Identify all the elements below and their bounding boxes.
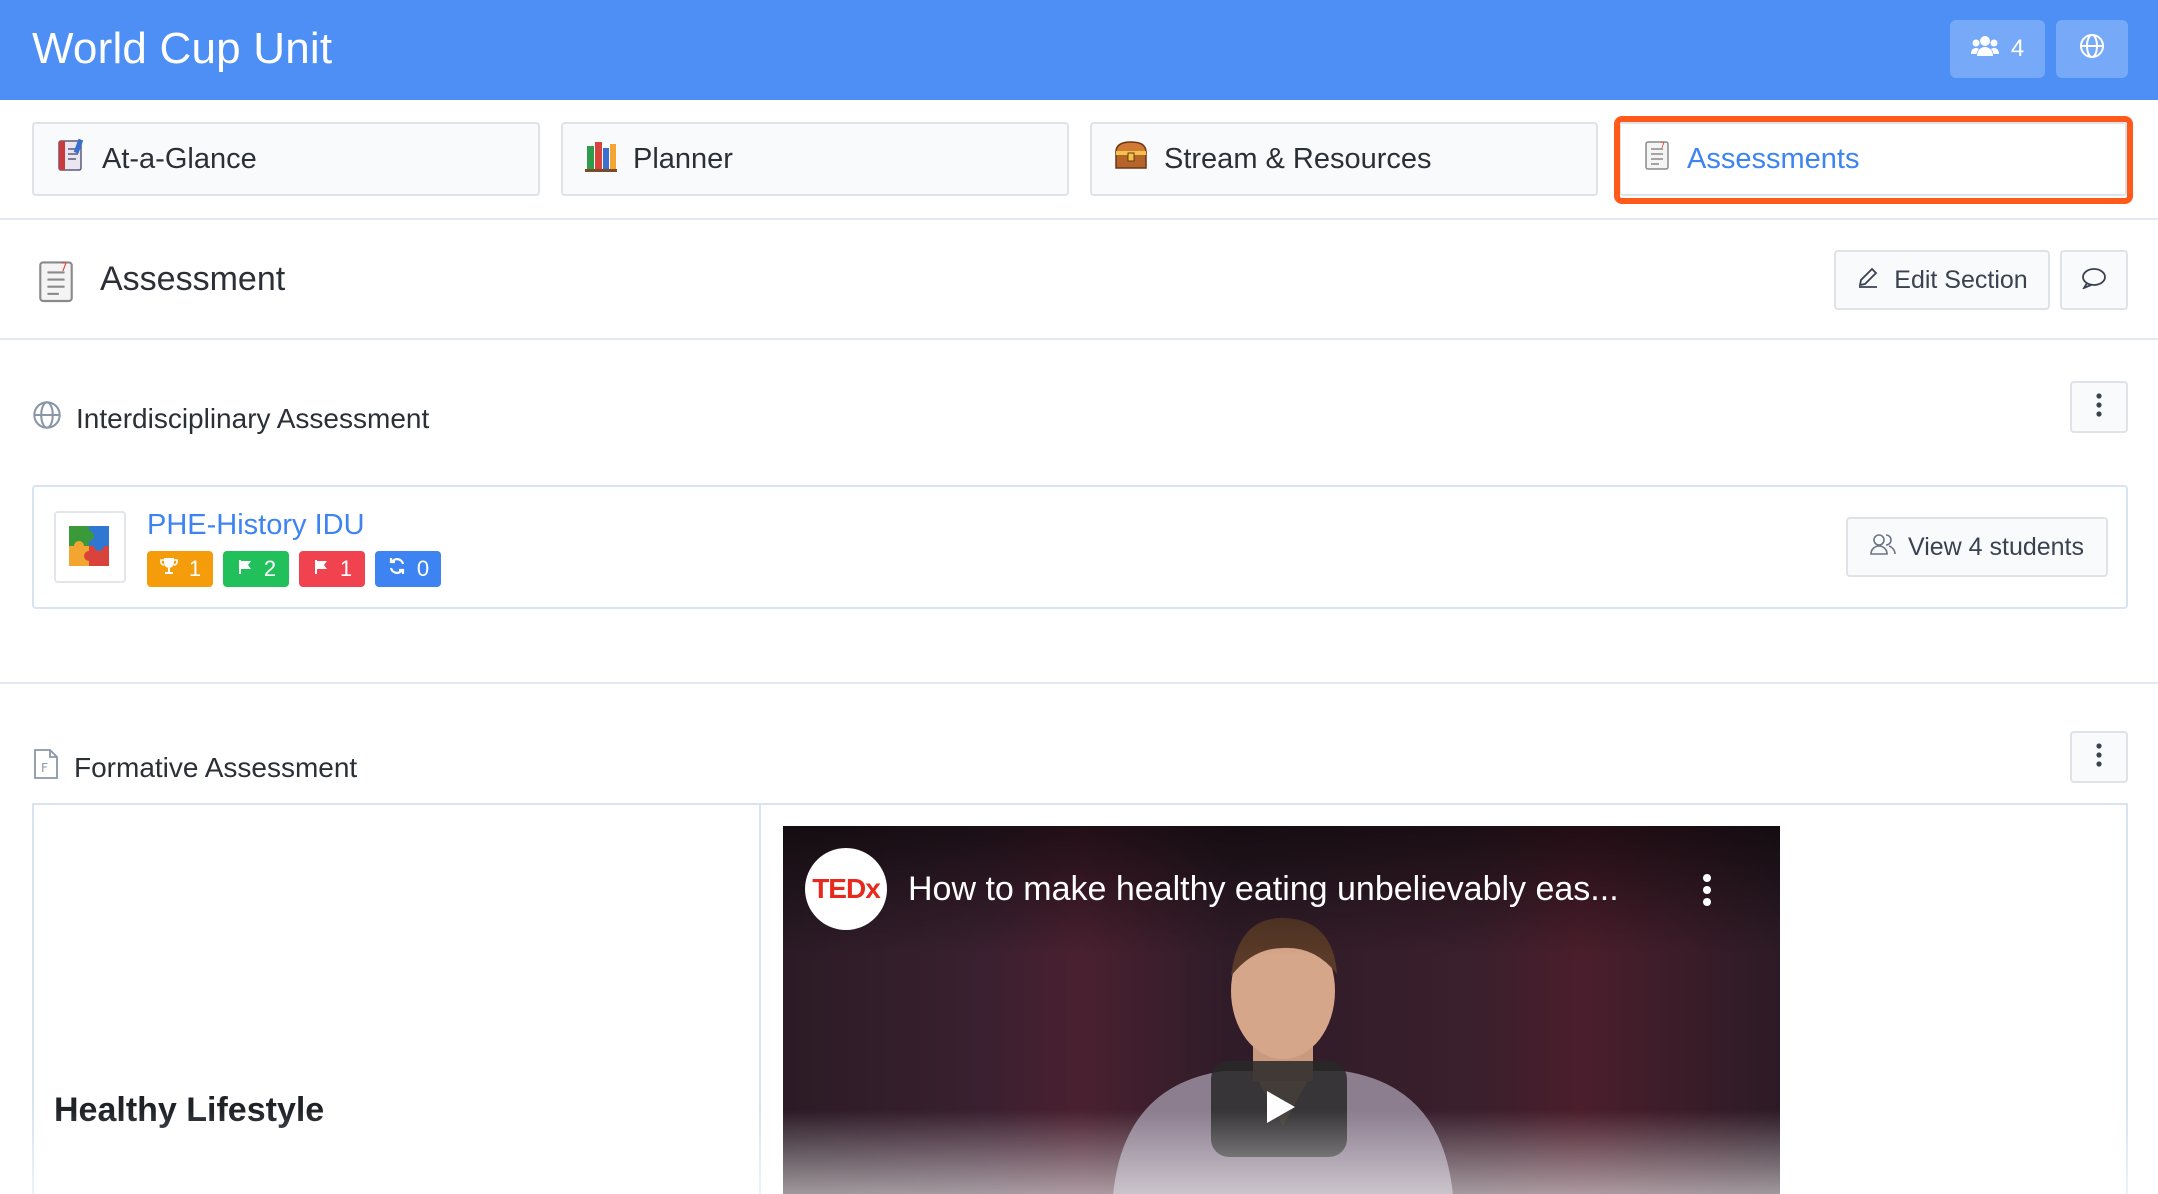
clipboard-icon: 7 — [1643, 139, 1671, 179]
refresh-badge[interactable]: 0 — [375, 551, 441, 587]
refresh-count: 0 — [416, 556, 430, 581]
tab-at-a-glance[interactable]: At-a-Glance — [32, 122, 540, 196]
treasure-chest-icon — [1114, 140, 1148, 178]
comment-icon — [2081, 267, 2107, 294]
globe-icon — [32, 400, 62, 437]
flag-icon — [312, 556, 330, 582]
tab-label: At-a-Glance — [102, 142, 257, 175]
video-title[interactable]: How to make healthy eating unbelievably … — [908, 870, 1648, 909]
video-embed[interactable]: TEDx How to make healthy eating unbeliev… — [783, 826, 1780, 1194]
comment-button[interactable] — [2060, 250, 2128, 310]
idu-title-link[interactable]: PHE-History IDU — [147, 509, 365, 542]
puzzle-icon — [54, 511, 126, 583]
green-flag-count: 2 — [263, 556, 277, 581]
idu-card: PHE-History IDU 1 2 1 0 View 4 students — [32, 485, 2128, 609]
tab-bar: At-a-Glance Planner Stream & Resources 7… — [0, 100, 2158, 220]
play-button[interactable] — [1211, 1061, 1347, 1157]
green-flag-badge[interactable]: 2 — [223, 551, 289, 587]
users-icon — [1970, 35, 1999, 64]
formative-icon: F — [32, 748, 60, 787]
view-students-label: View 4 students — [1907, 532, 2085, 561]
interdisciplinary-label: Interdisciplinary Assessment — [76, 402, 430, 434]
tab-planner[interactable]: Planner — [561, 122, 1069, 196]
more-vertical-icon — [2096, 742, 2102, 772]
tedx-logo[interactable]: TEDx — [805, 848, 887, 930]
books-icon — [585, 138, 617, 180]
tab-label: Planner — [633, 142, 733, 175]
section-title: Assessment — [100, 260, 286, 298]
users-icon — [1870, 532, 1896, 563]
formative-label: Formative Assessment — [74, 751, 358, 783]
refresh-icon — [387, 556, 407, 582]
unit-title: World Cup Unit — [32, 24, 333, 73]
section-divider — [0, 682, 2158, 684]
red-flag-count: 1 — [339, 556, 353, 581]
channel-name: TEDx — [812, 873, 881, 904]
globe-icon — [2079, 33, 2105, 66]
flag-icon — [236, 556, 254, 582]
trophy-badge[interactable]: 1 — [147, 551, 213, 587]
members-count: 4 — [2010, 35, 2025, 62]
members-button[interactable]: 4 — [1950, 20, 2045, 78]
interdisciplinary-title: Interdisciplinary Assessment — [32, 400, 429, 437]
top-header: World Cup Unit 4 — [0, 0, 2158, 100]
tab-label: Assessments — [1687, 142, 1860, 175]
svg-text:F: F — [41, 761, 48, 775]
formative-name-cell: Healthy Lifestyle — [34, 805, 761, 1194]
svg-text:7: 7 — [60, 260, 67, 274]
red-flag-badge[interactable]: 1 — [299, 551, 365, 587]
trophy-icon — [159, 556, 179, 582]
edit-section-label: Edit Section — [1894, 265, 2028, 294]
tab-stream-resources[interactable]: Stream & Resources — [1090, 122, 1598, 196]
formative-item-name[interactable]: Healthy Lifestyle — [54, 1091, 324, 1130]
svg-text:7: 7 — [1660, 141, 1665, 150]
section-header: 7 Assessment Edit Section — [0, 220, 2158, 340]
more-vertical-icon[interactable] — [1701, 870, 1713, 910]
language-button[interactable] — [2056, 20, 2128, 78]
interdisciplinary-menu-button[interactable] — [2070, 381, 2128, 433]
formative-title: F Formative Assessment — [32, 748, 357, 787]
tab-assessments[interactable]: 7 Assessments — [1619, 122, 2127, 196]
edit-section-button[interactable]: Edit Section — [1834, 250, 2050, 310]
more-vertical-icon — [2096, 392, 2102, 422]
trophy-count: 1 — [188, 556, 202, 581]
pencil-icon — [1856, 265, 1880, 296]
idu-badges: 1 2 1 0 — [147, 551, 441, 587]
formative-table: Healthy Lifestyle TEDx How to make healt… — [32, 803, 2128, 1194]
clipboard-icon: 7 — [36, 258, 76, 309]
view-students-button[interactable]: View 4 students — [1846, 517, 2108, 577]
play-icon — [1259, 1087, 1299, 1132]
formative-menu-button[interactable] — [2070, 731, 2128, 783]
notebook-icon — [56, 138, 86, 180]
tab-label: Stream & Resources — [1164, 142, 1432, 175]
